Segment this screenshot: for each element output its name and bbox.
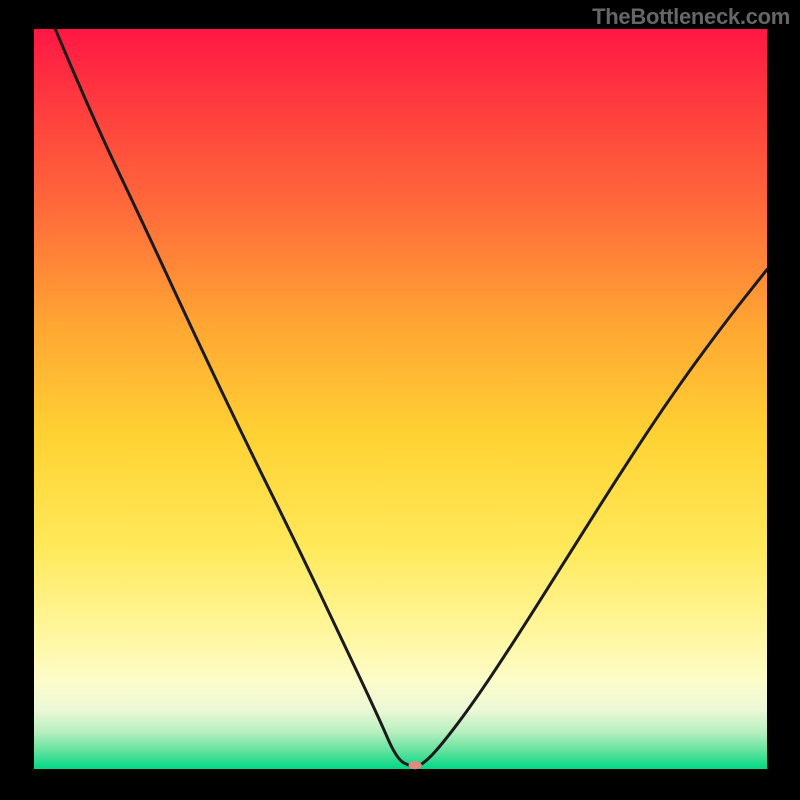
plot-background	[34, 29, 767, 769]
watermark-text: TheBottleneck.com	[592, 4, 790, 30]
chart-svg	[0, 0, 800, 800]
bottleneck-chart: TheBottleneck.com	[0, 0, 800, 800]
optimal-marker	[409, 761, 422, 769]
